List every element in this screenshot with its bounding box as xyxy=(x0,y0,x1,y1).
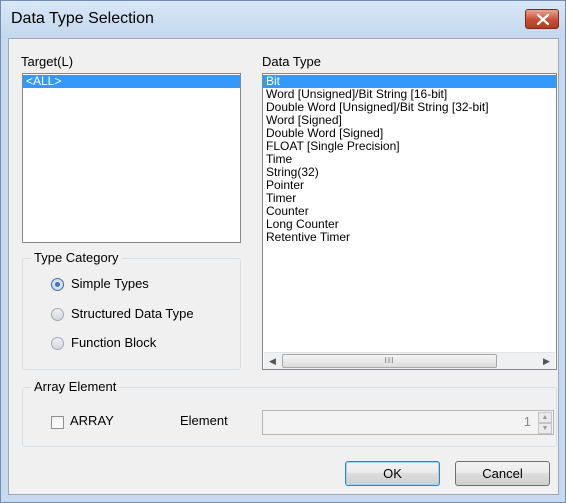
type-category-title: Type Category xyxy=(31,250,122,265)
array-checkbox-label: ARRAY xyxy=(70,413,114,428)
element-value: 1 xyxy=(523,414,531,429)
data-type-item[interactable]: FLOAT [Single Precision] xyxy=(263,140,556,153)
scroll-right-arrow-icon[interactable]: ▶ xyxy=(538,353,555,369)
data-type-item[interactable]: String(32) xyxy=(263,166,556,179)
dialog-window: Data Type Selection Target(L) <ALL> Data… xyxy=(0,0,566,503)
data-type-item[interactable]: Retentive Timer xyxy=(263,231,556,244)
data-type-item[interactable]: Pointer xyxy=(263,179,556,192)
radio-label: Structured Data Type xyxy=(71,306,194,321)
dialog-client-area: Target(L) <ALL> Data Type Bit Word [Unsig… xyxy=(8,38,559,495)
array-element-title: Array Element xyxy=(31,379,120,394)
target-listbox[interactable]: <ALL> xyxy=(22,73,241,243)
target-item[interactable]: <ALL> xyxy=(23,75,240,88)
array-checkbox[interactable] xyxy=(51,416,64,429)
data-type-label: Data Type xyxy=(262,54,322,69)
radio-label: Function Block xyxy=(71,335,157,350)
cancel-button[interactable]: Cancel xyxy=(455,461,550,486)
element-spinner[interactable]: ▲ ▼ xyxy=(538,412,552,434)
ok-button[interactable]: OK xyxy=(345,461,440,486)
title-bar[interactable]: Data Type Selection xyxy=(1,1,565,38)
spin-up-icon[interactable]: ▲ xyxy=(538,412,552,423)
scrollbar-thumb[interactable]: III xyxy=(282,354,497,368)
close-button[interactable] xyxy=(525,9,559,29)
radio-button[interactable] xyxy=(51,278,64,291)
scroll-left-arrow-icon[interactable]: ◀ xyxy=(264,353,281,369)
target-label: Target(L) xyxy=(21,54,74,69)
radio-button[interactable] xyxy=(51,308,64,321)
horizontal-scrollbar[interactable]: ◀ III ▶ xyxy=(264,352,555,369)
element-spin-field[interactable]: 1 ▲ ▼ xyxy=(262,410,554,435)
radio-structured-data-type[interactable]: Structured Data Type xyxy=(51,306,231,324)
radio-button[interactable] xyxy=(51,337,64,350)
element-label: Element xyxy=(180,413,228,428)
data-type-listbox[interactable]: Bit Word [Unsigned]/Bit String [16-bit] Do… xyxy=(262,73,557,370)
scrollbar-thumb-grip: III xyxy=(384,356,395,365)
dialog-title: Data Type Selection xyxy=(11,10,154,27)
close-icon xyxy=(537,14,549,25)
radio-label: Simple Types xyxy=(71,276,149,291)
radio-function-block[interactable]: Function Block xyxy=(51,335,231,353)
spin-down-icon[interactable]: ▼ xyxy=(538,423,552,434)
radio-simple-types[interactable]: Simple Types xyxy=(51,276,231,294)
